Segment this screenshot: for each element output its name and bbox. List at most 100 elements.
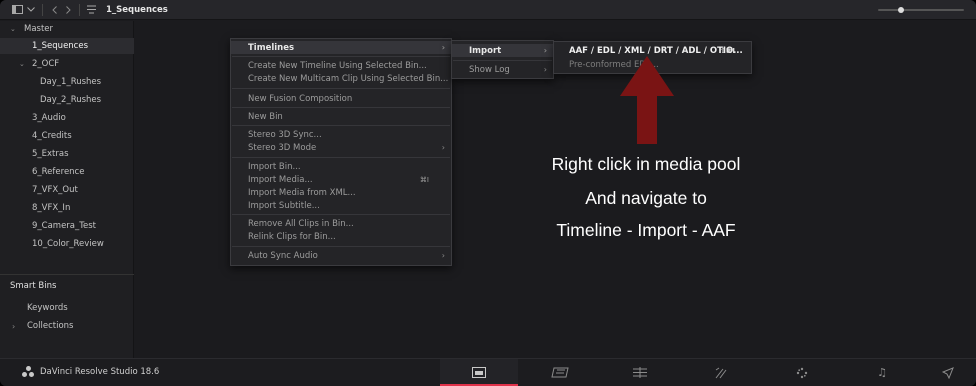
bin-item-6-reference[interactable]: 6_Reference xyxy=(0,164,134,180)
menu-item-show-log[interactable]: Show Log › xyxy=(452,63,553,76)
menu-item-label: Import Media... xyxy=(248,174,313,185)
bin-label: Day_1_Rushes xyxy=(40,77,102,87)
fusion-page-tab[interactable] xyxy=(682,359,760,386)
bin-view-icon[interactable] xyxy=(84,3,98,17)
annotation-arrow-icon xyxy=(620,56,674,144)
edit-page-icon xyxy=(633,367,647,378)
menu-item-label: AAF / EDL / XML / DRT / ADL / OTIO... xyxy=(569,45,743,56)
annotation-line-1: Right click in media pool xyxy=(551,154,741,174)
bin-item-day-1-rushes[interactable]: Day_1_Rushes xyxy=(0,74,134,90)
color-page-tab[interactable] xyxy=(763,359,841,386)
menu-item-auto-sync-audio[interactable]: Auto Sync Audio › xyxy=(231,249,451,262)
deliver-page-tab[interactable] xyxy=(920,359,976,386)
menu-item-label: Create New Multicam Clip Using Selected … xyxy=(248,73,449,84)
bin-item-day-2-rushes[interactable]: Day_2_Rushes xyxy=(0,92,134,108)
bin-item-4-credits[interactable]: 4_Credits xyxy=(0,128,134,144)
bin-label: 4_Credits xyxy=(32,131,72,141)
menu-item-import-bin[interactable]: Import Bin... xyxy=(231,160,451,173)
toolbar-divider xyxy=(79,3,80,16)
bin-item-2-ocf[interactable]: ⌄ 2_OCF xyxy=(0,56,134,72)
menu-item-label: Remove All Clips in Bin... xyxy=(248,218,354,229)
fairlight-page-tab[interactable]: ♫ xyxy=(843,359,921,386)
menu-separator xyxy=(453,60,552,61)
menu-item-stereo-3d-sync[interactable]: Stereo 3D Sync... xyxy=(231,128,451,141)
menu-item-create-multicam-clip[interactable]: Create New Multicam Clip Using Selected … xyxy=(231,72,451,85)
annotation-line-2: And navigate to xyxy=(585,188,707,208)
bin-label: 2_OCF xyxy=(32,59,60,69)
chevron-right-icon[interactable]: › xyxy=(12,322,15,331)
back-icon[interactable] xyxy=(47,3,61,17)
fairlight-page-icon: ♫ xyxy=(877,366,887,379)
menu-item-import-media-xml[interactable]: Import Media from XML... xyxy=(231,186,451,199)
bin-item-9-camera-test[interactable]: 9_Camera_Test xyxy=(0,218,134,234)
bin-item-7-vfx-out[interactable]: 7_VFX_Out xyxy=(0,182,134,198)
master-label: Master xyxy=(24,24,54,34)
forward-icon[interactable] xyxy=(61,3,75,17)
bin-label: 5_Extras xyxy=(32,149,69,159)
slider-knob[interactable] xyxy=(898,7,904,13)
resolve-window: 1_Sequences ⌄ Master 1_Sequences ⌄ 2_OCF… xyxy=(0,0,976,386)
bin-item-3-audio[interactable]: 3_Audio xyxy=(0,110,134,126)
menu-item-import-media[interactable]: Import Media... ⌘I xyxy=(231,173,451,186)
bin-label: 8_VFX_In xyxy=(32,203,71,213)
smart-bins-header: Smart Bins xyxy=(0,278,134,294)
bin-label: 9_Camera_Test xyxy=(32,221,97,231)
annotation-line-3: Timeline - Import - AAF xyxy=(556,220,736,240)
edit-page-tab[interactable] xyxy=(601,359,679,386)
cut-page-tab[interactable] xyxy=(521,359,599,386)
chevron-down-icon[interactable] xyxy=(24,3,38,17)
menu-item-label: Auto Sync Audio xyxy=(248,250,318,261)
bin-item-5-extras[interactable]: 5_Extras xyxy=(0,146,134,162)
sidebar-toggle-icon[interactable] xyxy=(10,3,24,17)
menu-item-timelines[interactable]: Timelines › xyxy=(231,41,451,54)
menu-item-remove-all-clips[interactable]: Remove All Clips in Bin... xyxy=(231,217,451,230)
smart-bin-label: Keywords xyxy=(27,303,68,313)
menu-item-import[interactable]: Import › xyxy=(452,44,553,57)
app-brand: DaVinci Resolve Studio 18.6 xyxy=(22,366,159,378)
page-navigation-bar: DaVinci Resolve Studio 18.6 ♫ xyxy=(0,358,976,386)
menu-item-create-new-timeline[interactable]: Create New Timeline Using Selected Bin..… xyxy=(231,59,451,72)
chevron-right-icon: › xyxy=(543,65,547,74)
menu-item-label: Create New Timeline Using Selected Bin..… xyxy=(248,60,427,71)
menu-separator xyxy=(232,88,450,89)
bin-label: 6_Reference xyxy=(32,167,85,177)
menu-item-relink-clips[interactable]: Relink Clips for Bin... xyxy=(231,230,451,243)
bin-item-10-color-review[interactable]: 10_Color_Review xyxy=(0,236,134,252)
menu-separator xyxy=(232,214,450,215)
menu-separator xyxy=(232,56,450,57)
master-bin[interactable]: ⌄ Master xyxy=(0,21,134,37)
cut-page-icon xyxy=(551,367,569,378)
media-page-tab[interactable] xyxy=(440,359,518,386)
thumbnail-size-slider[interactable] xyxy=(878,7,964,13)
smart-bin-collections[interactable]: › Collections xyxy=(0,318,134,334)
menu-separator xyxy=(232,107,450,108)
menu-separator xyxy=(232,157,450,158)
media-page-icon xyxy=(472,367,486,378)
menu-item-label: Import Subtitle... xyxy=(248,200,320,211)
media-pool-context-menu: Timelines › Create New Timeline Using Se… xyxy=(230,38,452,266)
menu-item-new-bin[interactable]: New Bin xyxy=(231,110,451,123)
menu-separator xyxy=(232,246,450,247)
menu-separator xyxy=(232,125,450,126)
menu-item-label: Timelines xyxy=(248,42,295,53)
menu-item-label: Import xyxy=(469,45,502,56)
menu-item-stereo-3d-mode[interactable]: Stereo 3D Mode › xyxy=(231,141,451,154)
menu-item-new-fusion-composition[interactable]: New Fusion Composition xyxy=(231,92,451,105)
color-page-icon xyxy=(796,367,808,378)
media-pool-toolbar: 1_Sequences xyxy=(0,0,976,20)
bin-item-8-vfx-in[interactable]: 8_VFX_In xyxy=(0,200,134,216)
smart-bins-label: Smart Bins xyxy=(10,281,57,291)
bin-item-1-sequences[interactable]: 1_Sequences xyxy=(0,38,134,54)
chevron-right-icon: › xyxy=(441,143,445,152)
chevron-down-icon[interactable]: ⌄ xyxy=(10,25,16,33)
chevron-down-icon[interactable]: ⌄ xyxy=(19,60,25,68)
menu-item-label: New Bin xyxy=(248,111,283,122)
menu-item-label: Import Bin... xyxy=(248,161,301,172)
current-bin-title: 1_Sequences xyxy=(106,4,168,15)
menu-item-label: Show Log xyxy=(469,64,510,75)
menu-item-import-subtitle[interactable]: Import Subtitle... xyxy=(231,199,451,212)
smart-bin-keywords[interactable]: Keywords xyxy=(0,300,134,316)
menu-item-label: New Fusion Composition xyxy=(248,93,353,104)
chevron-right-icon: › xyxy=(441,251,445,260)
shortcut-label: ⇧⌘I xyxy=(720,46,735,55)
